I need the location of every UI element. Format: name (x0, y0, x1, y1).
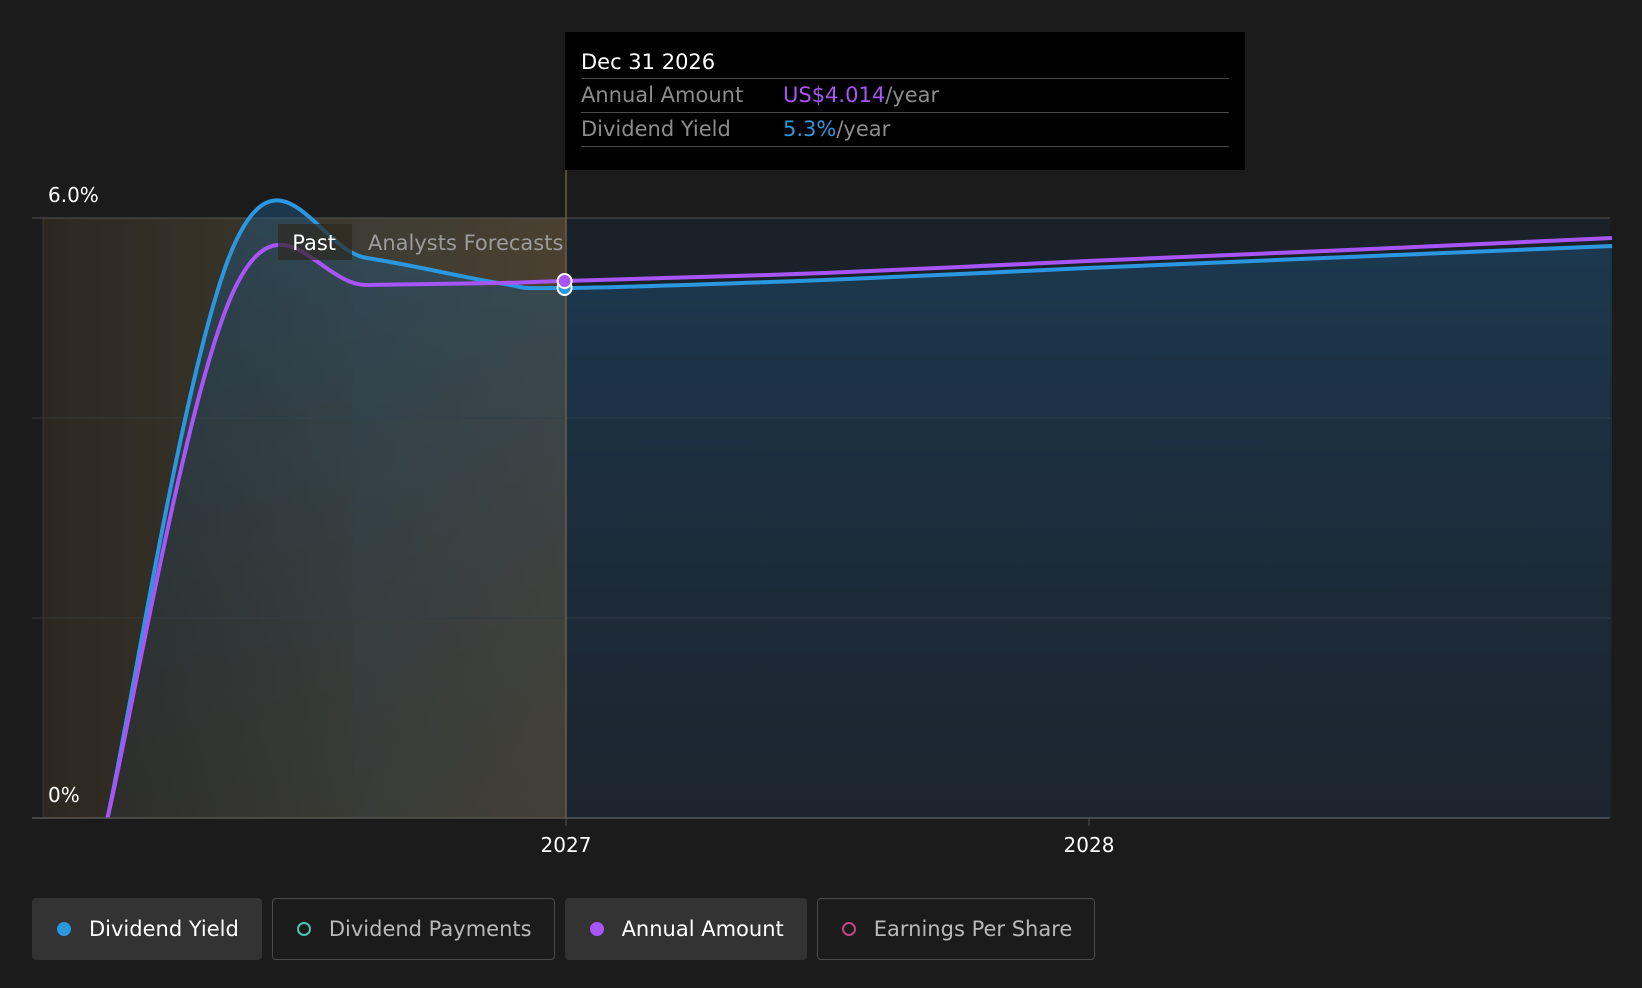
past-label: Past (292, 231, 336, 255)
legend-annual-amount-button[interactable]: Annual Amount (564, 898, 807, 960)
tooltip-label: Dividend Yield (581, 117, 731, 141)
x-tick-label-2028: 2028 (1064, 833, 1115, 857)
x-tick-label-2027: 2027 (541, 833, 592, 857)
tooltip-unit: /year (885, 83, 940, 107)
legend-dividend-yield-button[interactable]: Dividend Yield (32, 898, 262, 960)
earnings-per-share-ring-icon (841, 922, 856, 936)
legend-earnings-per-share-button[interactable]: Earnings Per Share (816, 898, 1096, 960)
legend-dividend-payments-button[interactable]: Dividend Payments (271, 898, 555, 960)
y-tick-top: 6.0% (48, 183, 99, 207)
tooltip-row-annual-amount: Annual Amount US$4.014/year (581, 79, 1229, 113)
tooltip-unit: /year (836, 117, 891, 141)
forecast-label: Analysts Forecasts (368, 231, 563, 255)
annual-amount-marker (556, 273, 573, 289)
annual-amount-dot-icon (589, 922, 604, 936)
tooltip-value: US$4.014 (783, 83, 886, 107)
legend-label: Earnings Per Share (873, 917, 1073, 941)
legend-label: Dividend Yield (89, 917, 239, 941)
hover-tooltip: Dec 31 2026 Annual Amount US$4.014/year … (565, 32, 1245, 170)
dividend-yield-area (107, 200, 1612, 818)
dividend-yield-dot-icon (57, 922, 71, 936)
legend-label: Annual Amount (621, 917, 784, 941)
y-tick-bottom: 0% (48, 783, 80, 807)
tooltip-date: Dec 31 2026 (581, 46, 1229, 79)
chart-legend: Dividend Yield Dividend Payments Annual … (32, 898, 1096, 960)
legend-label: Dividend Payments (328, 917, 532, 941)
tooltip-value: 5.3% (783, 117, 837, 141)
dividend-payments-ring-icon (296, 922, 311, 936)
tooltip-row-dividend-yield: Dividend Yield 5.3%/year (581, 113, 1229, 147)
tooltip-label: Annual Amount (581, 83, 744, 107)
